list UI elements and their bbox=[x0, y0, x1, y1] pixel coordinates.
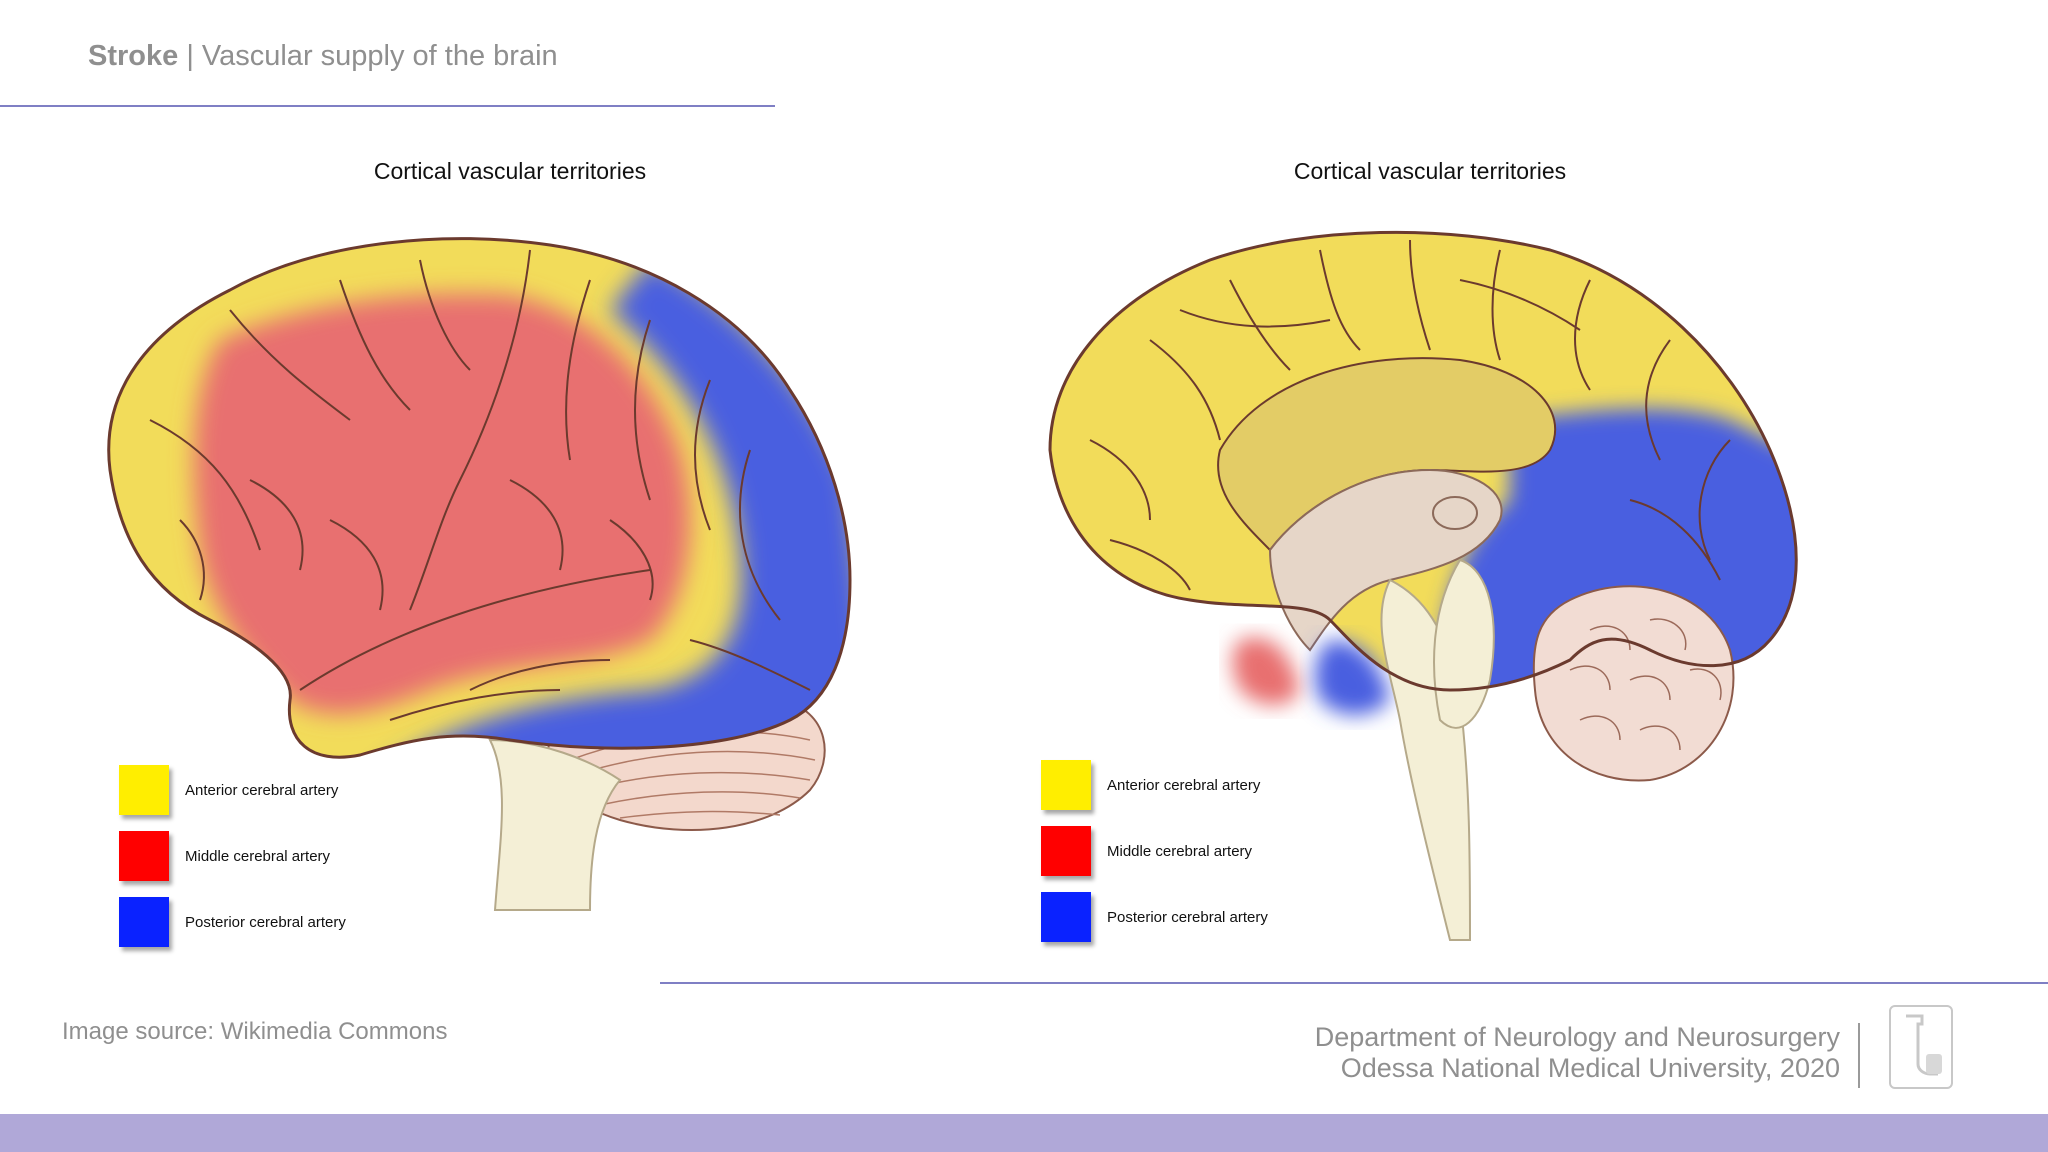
legend-label: Anterior cerebral artery bbox=[1107, 776, 1261, 794]
legend-item: Posterior cerebral artery bbox=[1041, 892, 1268, 942]
left-panel-title: Cortical vascular territories bbox=[373, 158, 647, 184]
anterior-swatch bbox=[1041, 760, 1091, 810]
legend-item: Anterior cerebral artery bbox=[1041, 760, 1268, 810]
left-legend: Anterior cerebral artery Middle cerebral… bbox=[119, 765, 346, 963]
legend-label: Anterior cerebral artery bbox=[185, 781, 339, 799]
header-rule bbox=[0, 105, 775, 107]
title-separator: | bbox=[178, 40, 202, 72]
right-panel-title: Cortical vascular territories bbox=[1293, 158, 1567, 184]
title-bold: Stroke bbox=[88, 40, 179, 72]
right-legend: Anterior cerebral artery Middle cerebral… bbox=[1041, 760, 1268, 958]
legend-label: Middle cerebral artery bbox=[1107, 842, 1253, 860]
department-info: Department of Neurology and Neurosurgery… bbox=[1315, 1022, 1840, 1084]
legend-label: Posterior cerebral artery bbox=[1107, 908, 1268, 926]
legend-item: Anterior cerebral artery bbox=[119, 765, 346, 815]
department-name: Department of Neurology and Neurosurgery bbox=[1314, 1022, 1840, 1052]
footer-band bbox=[0, 1114, 2048, 1152]
legend-item: Posterior cerebral artery bbox=[119, 897, 346, 947]
university-name: Odessa National Medical University, 2020 bbox=[1340, 1053, 1840, 1083]
legend-item: Middle cerebral artery bbox=[119, 831, 346, 881]
legend-item: Middle cerebral artery bbox=[1041, 826, 1268, 876]
posterior-swatch bbox=[119, 897, 169, 947]
middle-swatch bbox=[119, 831, 169, 881]
image-source: Image source: Wikimedia Commons bbox=[62, 1018, 448, 1045]
legend-label: Posterior cerebral artery bbox=[185, 913, 346, 931]
middle-swatch bbox=[1041, 826, 1091, 876]
legend-label: Middle cerebral artery bbox=[185, 847, 331, 865]
footer-rule bbox=[660, 982, 2048, 984]
title-rest: Vascular supply of the brain bbox=[201, 40, 558, 72]
anterior-swatch bbox=[119, 765, 169, 815]
page-title: Stroke | Vascular supply of the brain bbox=[88, 40, 558, 73]
footer-divider bbox=[1858, 1023, 1860, 1088]
posterior-swatch bbox=[1041, 892, 1091, 942]
university-logo-icon bbox=[1889, 1005, 1953, 1089]
